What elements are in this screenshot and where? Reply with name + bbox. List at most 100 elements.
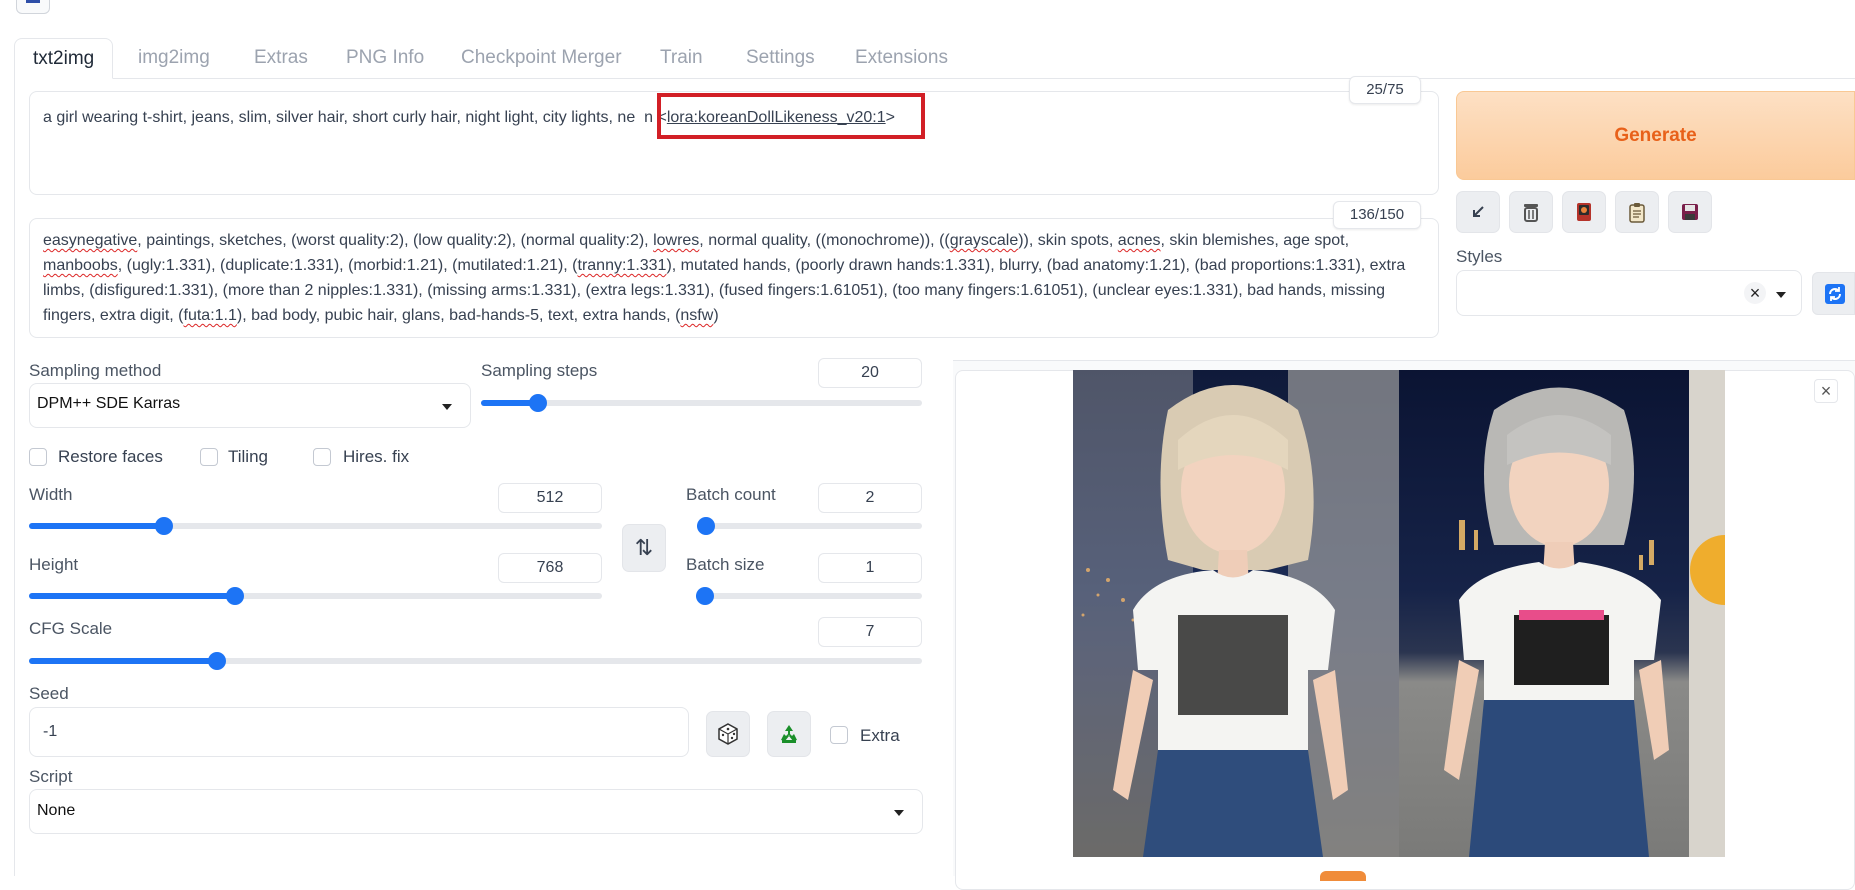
panel-border xyxy=(14,78,15,876)
save-style-button[interactable] xyxy=(1668,191,1712,233)
card-icon xyxy=(1577,203,1591,221)
output-gallery: × xyxy=(953,360,1855,890)
prompt-segment: , (ugly:1.331), (duplicate:1.331), (morb… xyxy=(117,257,578,274)
batch-count-slider[interactable] xyxy=(697,515,922,537)
chevron-down-icon xyxy=(1776,292,1786,298)
swap-icon: ⇅ xyxy=(634,535,654,560)
batch-size-slider[interactable] xyxy=(696,585,922,607)
hires-fix-checkbox[interactable] xyxy=(313,448,331,466)
width-label: Width xyxy=(29,485,73,504)
seed-label: Seed xyxy=(29,684,69,703)
tab-txt2img[interactable]: txt2img xyxy=(14,38,114,79)
script-value: None xyxy=(37,802,76,819)
misspelled-word: tranny:1.331 xyxy=(577,257,667,274)
tab-extras[interactable]: Extras xyxy=(254,38,308,79)
seed-input[interactable]: -1 xyxy=(29,707,689,757)
misspelled-word: easynegative xyxy=(43,232,138,249)
prompt-segment: , paintings, sketches, (worst quality:2)… xyxy=(137,232,654,249)
batch-size-label: Batch size xyxy=(686,555,765,574)
cfg-scale-slider[interactable] xyxy=(29,650,922,672)
swap-dimensions-button[interactable]: ⇅ xyxy=(622,524,666,572)
cfg-scale-input[interactable]: 7 xyxy=(818,617,922,647)
refresh-icon xyxy=(1825,284,1845,304)
styles-dropdown[interactable]: × xyxy=(1456,270,1802,316)
restore-faces-label: Restore faces xyxy=(58,447,163,466)
misspelled-word: nsfw xyxy=(680,307,714,324)
app-icon[interactable] xyxy=(16,0,50,14)
slider-thumb[interactable] xyxy=(207,652,226,670)
misspelled-word: manboobs xyxy=(43,257,118,274)
main-tabs: txt2img img2img Extras PNG Info Checkpoi… xyxy=(14,38,1855,79)
slider-thumb[interactable] xyxy=(226,587,245,605)
styles-label: Styles xyxy=(1456,247,1503,266)
refresh-styles-button[interactable] xyxy=(1812,272,1855,315)
misspelled-word: acnes xyxy=(1117,232,1161,249)
sampling-method-dropdown[interactable]: DPM++ SDE Karras xyxy=(29,383,471,428)
recycle-icon xyxy=(781,725,797,743)
generated-image-girl-icon xyxy=(1444,370,1725,857)
width-input[interactable]: 512 xyxy=(498,483,602,513)
prompt-segment: ), bad body, pubic hair, glans, bad-hand… xyxy=(236,307,681,324)
script-dropdown[interactable]: None xyxy=(29,789,923,834)
prompt-segment: , normal quality, ((monochrome)), (( xyxy=(699,232,950,249)
sampling-steps-input[interactable]: 20 xyxy=(818,358,922,388)
extra-seed-checkbox[interactable] xyxy=(830,726,848,744)
extra-seed-label: Extra xyxy=(860,726,900,745)
reuse-seed-button[interactable] xyxy=(767,711,811,757)
tab-png-info[interactable]: PNG Info xyxy=(346,38,424,79)
slider-thumb[interactable] xyxy=(155,517,174,535)
generate-button[interactable]: Generate xyxy=(1456,91,1855,180)
chevron-down-icon xyxy=(442,404,452,410)
prompt-segment: , skin blemishes, age spot, xyxy=(1160,232,1350,249)
cfg-scale-label: CFG Scale xyxy=(29,619,113,638)
close-preview-button[interactable]: × xyxy=(1814,379,1838,403)
sampling-steps-label: Sampling steps xyxy=(481,361,598,380)
apply-style-button[interactable] xyxy=(1615,191,1659,233)
sampling-method-label: Sampling method xyxy=(29,361,162,380)
gallery-thumbnail-indicator[interactable] xyxy=(1320,871,1366,881)
prompt-segment: )), skin spots, xyxy=(1018,232,1118,249)
misspelled-word: futa:1.1 xyxy=(183,307,237,324)
batch-count-input[interactable]: 2 xyxy=(818,483,922,513)
save-icon xyxy=(1682,204,1698,220)
restore-faces-checkbox[interactable] xyxy=(29,448,47,466)
width-slider[interactable] xyxy=(29,515,602,537)
slider-thumb[interactable] xyxy=(696,587,714,605)
dice-icon xyxy=(718,723,738,745)
negative-prompt-input[interactable]: easynegative, paintings, sketches, (wors… xyxy=(29,218,1439,338)
hires-fix-label: Hires. fix xyxy=(343,447,410,466)
tab-img2img[interactable]: img2img xyxy=(138,38,210,79)
slider-thumb[interactable] xyxy=(697,517,715,535)
tab-settings[interactable]: Settings xyxy=(746,38,815,79)
output-image-1[interactable] xyxy=(1073,370,1399,857)
show-extra-networks-button[interactable] xyxy=(1562,191,1606,233)
output-image-2[interactable] xyxy=(1399,370,1725,857)
random-seed-button[interactable] xyxy=(706,711,750,757)
height-label: Height xyxy=(29,555,79,574)
batch-count-label: Batch count xyxy=(686,485,776,504)
sampling-steps-slider[interactable] xyxy=(481,392,922,414)
misspelled-word: grayscale xyxy=(949,232,1019,249)
generated-image-girl-icon xyxy=(1073,370,1399,857)
height-slider[interactable] xyxy=(29,585,602,607)
tab-extensions[interactable]: Extensions xyxy=(855,38,948,79)
tab-train[interactable]: Train xyxy=(660,38,703,79)
clear-prompt-button[interactable] xyxy=(1509,191,1553,233)
slider-thumb[interactable] xyxy=(529,394,548,412)
styles-clear-button[interactable]: × xyxy=(1744,282,1766,304)
misspelled-word: lowres xyxy=(653,232,700,249)
height-input[interactable]: 768 xyxy=(498,553,602,583)
read-params-button[interactable] xyxy=(1456,191,1500,233)
batch-size-input[interactable]: 1 xyxy=(818,553,922,583)
chevron-down-icon xyxy=(894,810,904,816)
trash-icon xyxy=(1524,204,1538,222)
tiling-checkbox[interactable] xyxy=(200,448,218,466)
lora-highlight-box xyxy=(657,93,925,139)
prompt-token-counter: 25/75 xyxy=(1349,76,1421,104)
seed-value: -1 xyxy=(43,723,58,740)
tab-checkpoint-merger[interactable]: Checkpoint Merger xyxy=(461,38,622,79)
sampling-method-value: DPM++ SDE Karras xyxy=(37,395,181,412)
tiling-label: Tiling xyxy=(228,447,268,466)
negative-token-counter: 136/150 xyxy=(1333,201,1421,229)
script-label: Script xyxy=(29,767,73,786)
